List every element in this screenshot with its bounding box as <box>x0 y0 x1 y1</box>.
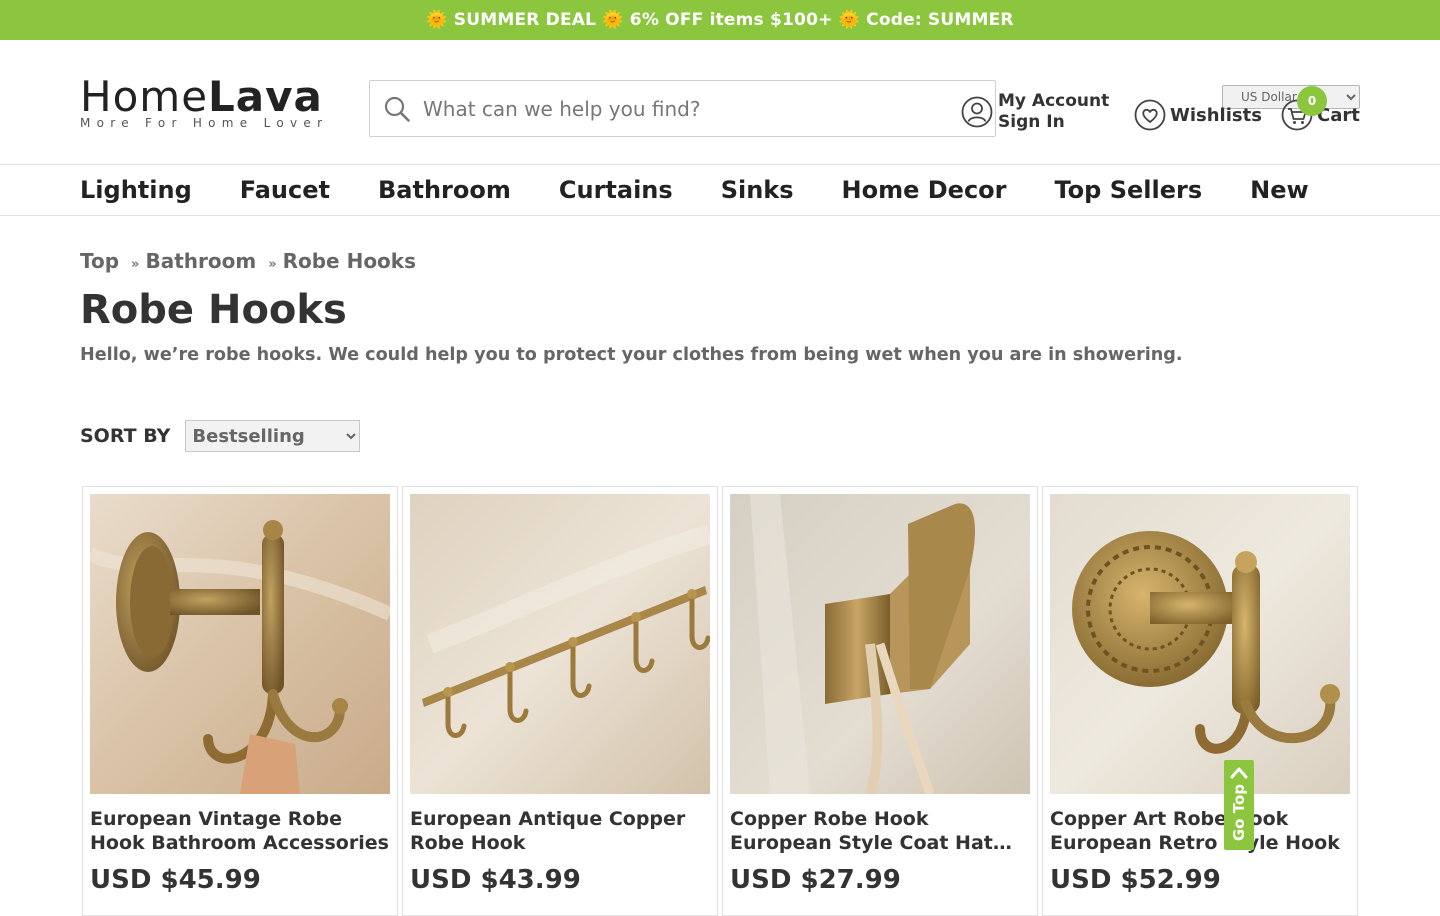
search-input[interactable] <box>423 96 943 121</box>
site-header: US Dollar HomeLava More For Home Lover M… <box>0 40 1440 165</box>
breadcrumb-current[interactable]: Robe Hooks <box>283 249 416 273</box>
nav-item-curtains[interactable]: Curtains <box>559 176 673 204</box>
logo[interactable]: HomeLava More For Home Lover <box>80 74 329 131</box>
user-icon <box>961 96 993 128</box>
go-top-label: Go Top <box>1230 784 1248 842</box>
nav-item-faucet[interactable]: Faucet <box>240 176 330 204</box>
breadcrumb-separator: » <box>268 257 277 272</box>
product-price: USD $27.99 <box>730 865 901 895</box>
product-name[interactable]: Copper Robe Hook European Style Coat Hat… <box>730 807 1030 855</box>
product-card[interactable]: Copper Robe Hook European Style Coat Hat… <box>722 486 1038 916</box>
logo-tagline: More For Home Lover <box>80 116 329 130</box>
logo-home: Home <box>80 72 209 121</box>
product-image[interactable] <box>730 494 1030 794</box>
search-icon[interactable] <box>384 96 410 122</box>
product-image[interactable] <box>1050 494 1350 794</box>
search-bar <box>369 80 996 137</box>
product-image[interactable] <box>90 494 390 794</box>
product-card[interactable]: European Vintage Robe Hook Bathroom Acce… <box>82 486 398 916</box>
promo-text: 🌞 SUMMER DEAL 🌞 6% OFF items $100+ 🌞 Cod… <box>426 10 1014 30</box>
product-name[interactable]: Copper Art Robe Hook European Retro Styl… <box>1050 807 1350 855</box>
sort-select[interactable]: Bestselling <box>185 420 361 452</box>
product-card[interactable]: Copper Art Robe Hook European Retro Styl… <box>1042 486 1358 916</box>
wishlists-label: Wishlists <box>1170 104 1262 126</box>
product-price: USD $43.99 <box>410 865 581 895</box>
sort-control: SORT BY Bestselling <box>80 420 1440 452</box>
breadcrumb-top[interactable]: Top <box>80 249 119 273</box>
cart-count-badge: 0 <box>1297 86 1327 116</box>
product-name[interactable]: European Vintage Robe Hook Bathroom Acce… <box>90 807 390 855</box>
main-nav: Lighting Faucet Bathroom Curtains Sinks … <box>0 165 1440 216</box>
product-name[interactable]: European Antique Copper Robe Hook <box>410 807 710 855</box>
page-title: Robe Hooks <box>80 287 347 333</box>
heart-icon <box>1134 99 1166 131</box>
account-link[interactable]: My Account Sign In <box>961 91 1109 133</box>
sign-in-link[interactable]: Sign In <box>998 112 1109 133</box>
sort-label: SORT BY <box>80 425 171 447</box>
breadcrumb: Top » Bathroom » Robe Hooks <box>80 249 1440 273</box>
main-content: Top » Bathroom » Robe Hooks Robe Hooks H… <box>0 249 1440 452</box>
product-image[interactable] <box>410 494 710 794</box>
go-top-button[interactable]: Go Top <box>1224 760 1254 850</box>
nav-item-bathroom[interactable]: Bathroom <box>378 176 511 204</box>
breadcrumb-separator: » <box>131 257 140 272</box>
chevron-up-icon <box>1230 767 1248 779</box>
nav-item-lighting[interactable]: Lighting <box>80 176 192 204</box>
promo-banner[interactable]: 🌞 SUMMER DEAL 🌞 6% OFF items $100+ 🌞 Cod… <box>0 0 1440 40</box>
account-text: My Account Sign In <box>998 91 1109 133</box>
nav-item-home-decor[interactable]: Home Decor <box>842 176 1007 204</box>
logo-lava: Lava <box>208 72 323 121</box>
nav-item-sinks[interactable]: Sinks <box>721 176 794 204</box>
wishlists-link[interactable]: Wishlists <box>1134 99 1262 131</box>
product-price: USD $52.99 <box>1050 865 1221 895</box>
product-card[interactable]: European Antique Copper Robe Hook USD $4… <box>402 486 718 916</box>
logo-wordmark: HomeLava <box>80 74 322 120</box>
page-description: Hello, we’re robe hooks. We could help y… <box>80 345 1183 365</box>
breadcrumb-bathroom[interactable]: Bathroom <box>145 249 256 273</box>
product-grid: European Vintage Robe Hook Bathroom Acce… <box>82 486 1362 916</box>
nav-item-top-sellers[interactable]: Top Sellers <box>1055 176 1203 204</box>
product-price: USD $45.99 <box>90 865 261 895</box>
cart-link[interactable]: Cart 0 <box>1281 86 1360 131</box>
account-label: My Account <box>998 91 1110 111</box>
nav-item-new[interactable]: New <box>1250 176 1309 204</box>
